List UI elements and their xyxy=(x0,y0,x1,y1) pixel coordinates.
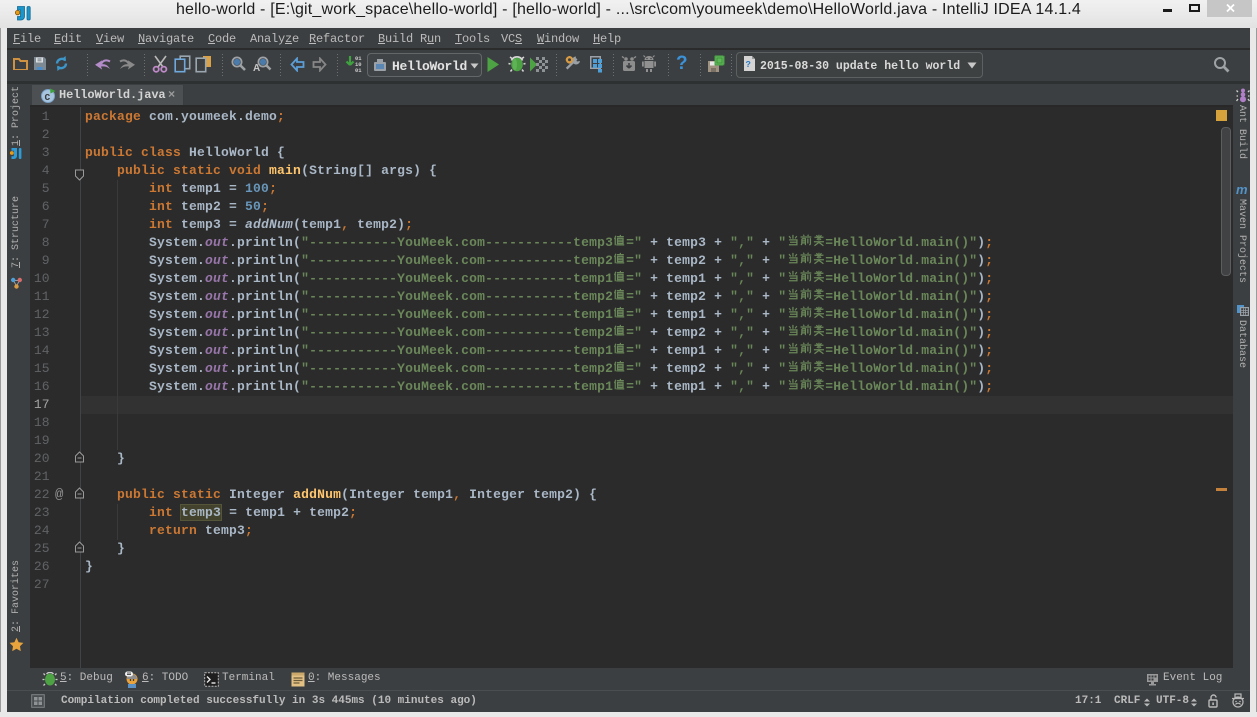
svg-text:01: 01 xyxy=(355,67,362,74)
svg-text:A: A xyxy=(253,63,260,73)
svg-text:C: C xyxy=(45,92,51,103)
svg-text:?: ? xyxy=(746,60,751,70)
